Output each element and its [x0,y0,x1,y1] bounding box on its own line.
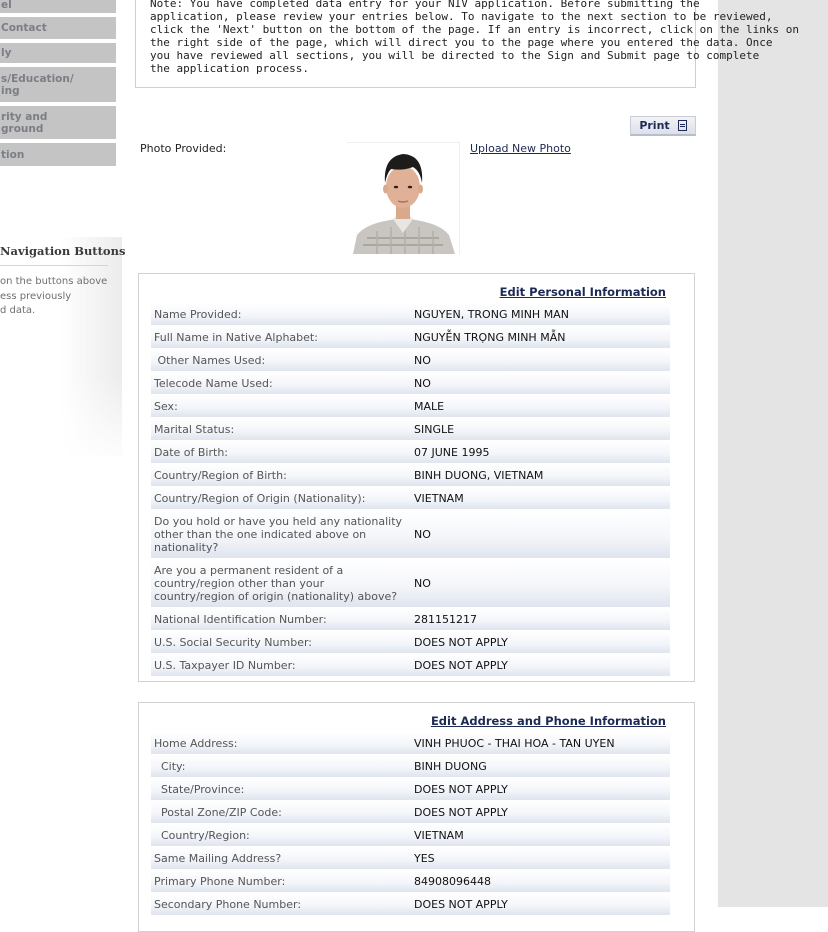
row-label: U.S. Taxpayer ID Number: [154,659,296,672]
row-value: NO [414,377,431,390]
sidebar-item-label: ly [1,47,12,59]
review-row: Do you hold or have you held any nationa… [151,510,670,559]
row-value: DOES NOT APPLY [414,806,508,819]
review-row: State/Province: DOES NOT APPLY [151,778,670,801]
review-row: Other Names Used: NO [151,349,670,372]
row-value: BINH DUONG, VIETNAM [414,469,544,482]
review-row: Sex: MALE [151,395,670,418]
row-label: Do you hold or have you held any nationa… [154,515,403,554]
review-row: Country/Region of Origin (Nationality): V… [151,487,670,510]
row-value: NO [414,528,431,541]
row-label: State/Province: [154,783,245,796]
row-value: DOES NOT APPLY [414,898,508,911]
review-row: Home Address: VINH PHUOC - THAI HOA - TAN… [151,732,670,755]
photo-label: Photo Provided: [140,142,227,155]
review-row: Date of Birth: 07 JUNE 1995 [151,441,670,464]
row-value: NO [414,577,431,590]
row-value: DOES NOT APPLY [414,636,508,649]
row-value: VIETNAM [414,829,464,842]
applicant-photo [347,142,460,254]
sidebar-item-label: el [1,0,12,11]
row-label: Postal Zone/ZIP Code: [154,806,282,819]
edit-personal-information-link[interactable]: Edit Personal Information [500,285,666,299]
row-label: Home Address: [154,737,238,750]
row-value: NGUYEN, TRONG MINH MAN [414,308,569,321]
row-value: 07 JUNE 1995 [414,446,490,459]
review-row: Are you a permanent resident of a countr… [151,559,670,608]
row-label: Primary Phone Number: [154,875,286,888]
row-label: Sex: [154,400,178,413]
row-label: U.S. Social Security Number: [154,636,313,649]
sidebar-item-label: Contact [1,22,47,34]
row-label: Country/Region of Origin (Nationality): [154,492,366,505]
row-label: Secondary Phone Number: [154,898,302,911]
print-label: Print [639,119,670,132]
page-gutter [718,0,828,907]
document-icon [677,120,687,131]
row-value: YES [414,852,435,865]
row-label: Marital Status: [154,423,235,436]
review-row: Name Provided: NGUYEN, TRONG MINH MAN [151,303,670,326]
divider [0,265,108,266]
edit-address-phone-link[interactable]: Edit Address and Phone Information [431,714,666,728]
review-note: Note: You have completed data entry for … [150,0,799,75]
row-label: City: [154,760,186,773]
sidebar-item-label: rity and ground [1,110,48,135]
row-value: NO [414,354,431,367]
review-row: Country/Region: VIETNAM [151,824,670,847]
upload-new-photo-link[interactable]: Upload New Photo [470,142,571,155]
sidebar-item-label: s/Education/ ing [1,72,74,97]
row-value: SINGLE [414,423,455,436]
review-row: National Identification Number: 281151217 [151,608,670,631]
applicant-photo-image [347,143,459,254]
row-label: Telecode Name Used: [154,377,273,390]
review-row: U.S. Taxpayer ID Number: DOES NOT APPLY [151,654,670,677]
row-label: Country/Region: [154,829,250,842]
review-row: U.S. Social Security Number: DOES NOT APP… [151,631,670,654]
row-label: National Identification Number: [154,613,327,626]
personal-information-section: Edit Personal Information Name Provided:… [138,273,695,682]
address-phone-section: Edit Address and Phone Information Home … [138,702,695,932]
row-value: VINH PHUOC - THAI HOA - TAN UYEN [414,737,615,750]
review-row: Same Mailing Address? YES [151,847,670,870]
row-value: VIETNAM [414,492,464,505]
sidebar-item-travel[interactable]: el [0,0,116,15]
navigation-help-title: Navigation Buttons [0,244,126,258]
review-row: Postal Zone/ZIP Code: DOES NOT APPLY [151,801,670,824]
row-label: Same Mailing Address? [154,852,282,865]
row-value: NGUYỄN TRỌNG MINH MẪN [414,331,566,344]
row-label: Full Name in Native Alphabet: [154,331,318,344]
navigation-help-text: on the buttons above ess previously d da… [0,276,108,316]
sidebar-item-family[interactable]: ly [0,43,116,65]
review-row: City: BINH DUONG [151,755,670,778]
row-label: Other Names Used: [154,354,266,367]
review-row: Full Name in Native Alphabet: NGUYỄN TRỌN… [151,326,670,349]
review-row: Primary Phone Number: 84908096448 [151,870,670,893]
row-value: DOES NOT APPLY [414,783,508,796]
row-value: 281151217 [414,613,477,626]
row-value: BINH DUONG [414,760,487,773]
sidebar-item-location[interactable]: tion [0,143,116,168]
print-button[interactable]: Print [630,116,696,136]
review-row: Telecode Name Used: NO [151,372,670,395]
row-label: Name Provided: [154,308,242,321]
sidebar-item-security[interactable]: rity and ground [0,106,116,141]
sidebar-item-label: tion [1,148,25,161]
row-value: DOES NOT APPLY [414,659,508,672]
row-label: Date of Birth: [154,446,229,459]
review-row: Marital Status: SINGLE [151,418,670,441]
review-row: Country/Region of Birth: BINH DUONG, VIET… [151,464,670,487]
sidebar-item-contact[interactable]: Contact [0,17,116,41]
row-value: 84908096448 [414,875,491,888]
sidebar-item-work-education[interactable]: s/Education/ ing [0,67,116,104]
review-row: Secondary Phone Number: DOES NOT APPLY [151,893,670,916]
row-value: MALE [414,400,445,413]
row-label: Are you a permanent resident of a countr… [154,564,398,603]
row-label: Country/Region of Birth: [154,469,287,482]
